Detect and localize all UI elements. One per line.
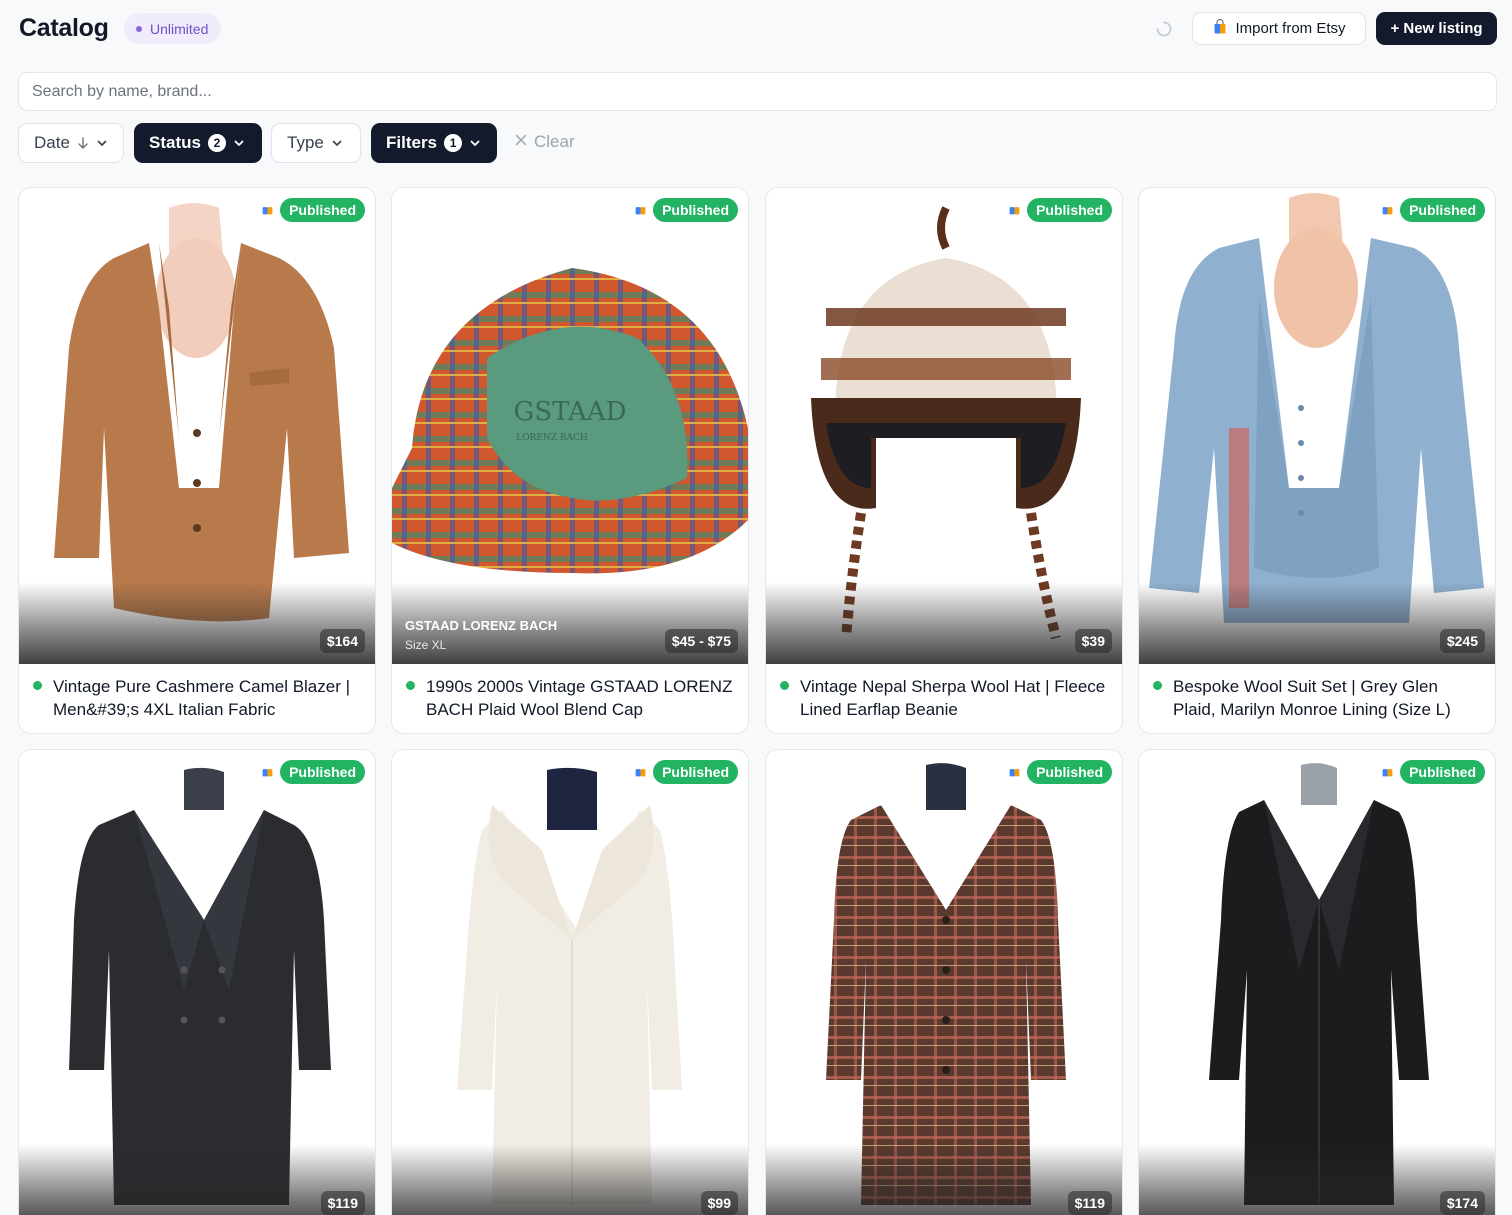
- listing-image: [1139, 750, 1495, 1215]
- listing-card[interactable]: Published $245 Bespoke Wool Suit Set | G…: [1138, 187, 1496, 734]
- listing-card[interactable]: Published $119: [765, 749, 1123, 1215]
- search-bar: [18, 72, 1497, 111]
- clear-filters-button[interactable]: Clear: [514, 132, 575, 152]
- new-listing-button[interactable]: + New listing: [1376, 12, 1497, 45]
- etsy-bag-icon: [261, 203, 274, 221]
- page-header: Catalog Unlimited Import from Etsy + New…: [0, 0, 1512, 58]
- listing-caption: Vintage Pure Cashmere Camel Blazer | Men…: [33, 675, 361, 721]
- listing-image: [19, 750, 375, 1215]
- listing-card[interactable]: Published $39 Vintage Nepal Sherpa Wool …: [765, 187, 1123, 734]
- more-filters-label: Filters: [386, 133, 438, 152]
- listing-image: [392, 750, 748, 1215]
- import-from-etsy-label: Import from Etsy: [1235, 20, 1346, 37]
- more-filters-button[interactable]: Filters 1: [371, 123, 497, 163]
- image-gradient: [766, 582, 1122, 664]
- etsy-bag-icon: [1008, 203, 1021, 221]
- chevron-down-icon: [96, 137, 108, 149]
- chevron-down-icon: [331, 137, 343, 149]
- listing-caption: Bespoke Wool Suit Set | Grey Glen Plaid,…: [1153, 675, 1481, 721]
- chevron-down-icon: [469, 137, 481, 149]
- price-badge: $119: [320, 1191, 365, 1215]
- price-badge: $39: [1074, 629, 1112, 653]
- status-dot-icon: [1153, 681, 1162, 690]
- listing-image: GSTAAD LORENZ BACH: [392, 188, 748, 664]
- more-filters-count: 1: [444, 134, 463, 152]
- clear-filters-label: Clear: [534, 132, 575, 151]
- listing-image: [766, 750, 1122, 1215]
- listing-caption: 1990s 2000s Vintage GSTAAD LORENZ BACH P…: [406, 675, 734, 721]
- etsy-bag-icon: [1212, 18, 1228, 39]
- status-badge: Published: [653, 198, 738, 222]
- status-filter-button[interactable]: Status 2: [134, 123, 262, 163]
- price-badge: $45 - $75: [664, 629, 738, 653]
- etsy-bag-icon: [1008, 765, 1021, 783]
- date-sort-button[interactable]: Date: [18, 123, 124, 163]
- cap-embroidery-text: GSTAAD: [514, 397, 627, 427]
- listing-title: Vintage Pure Cashmere Camel Blazer | Men…: [53, 677, 351, 719]
- etsy-bag-icon: [634, 203, 647, 221]
- price-badge: $174: [1439, 1191, 1485, 1215]
- type-filter-button[interactable]: Type: [271, 123, 361, 163]
- plan-badge: Unlimited: [124, 13, 222, 44]
- arrow-down-icon: [77, 136, 89, 150]
- price-badge: $164: [319, 629, 365, 653]
- type-filter-label: Type: [287, 133, 324, 152]
- chevron-down-icon: [233, 137, 245, 149]
- status-badge: Published: [1400, 760, 1485, 784]
- status-badge: Published: [280, 760, 365, 784]
- etsy-bag-icon: [634, 765, 647, 783]
- listing-brand: GSTAAD LORENZ BACH: [405, 618, 558, 633]
- status-filter-label: Status: [149, 133, 201, 152]
- listing-image: [1139, 188, 1495, 664]
- status-filter-count: 2: [207, 134, 226, 152]
- status-badge: Published: [1027, 760, 1112, 784]
- etsy-bag-icon: [261, 765, 274, 783]
- import-from-etsy-button[interactable]: Import from Etsy: [1192, 12, 1366, 45]
- listing-title: Vintage Nepal Sherpa Wool Hat | Fleece L…: [800, 677, 1106, 719]
- status-badge: Published: [1027, 198, 1112, 222]
- listing-image: [766, 188, 1122, 664]
- status-dot-icon: [406, 681, 415, 690]
- status-badge: Published: [653, 760, 738, 784]
- page-title: Catalog: [19, 14, 109, 42]
- price-badge: $119: [1067, 1191, 1112, 1215]
- cap-embroidery-subtext: LORENZ BACH: [516, 433, 588, 443]
- image-gradient: [392, 1144, 748, 1215]
- plan-badge-label: Unlimited: [150, 20, 209, 37]
- listing-card[interactable]: Published $164 Vintage Pure Cashmere Cam…: [18, 187, 376, 734]
- listing-card[interactable]: GSTAAD LORENZ BACH Published GSTAAD LORE…: [391, 187, 749, 734]
- listing-card[interactable]: Published $99: [391, 749, 749, 1215]
- search-input[interactable]: [19, 73, 1496, 110]
- listing-image: [19, 188, 375, 664]
- close-icon: [514, 132, 528, 152]
- status-dot-icon: [33, 681, 42, 690]
- listing-size: Size XL: [405, 638, 447, 652]
- listing-title: Bespoke Wool Suit Set | Grey Glen Plaid,…: [1173, 677, 1451, 719]
- listing-caption: Vintage Nepal Sherpa Wool Hat | Fleece L…: [780, 675, 1108, 721]
- status-badge: Published: [1400, 198, 1485, 222]
- price-badge: $245: [1439, 629, 1485, 653]
- status-badge: Published: [280, 198, 365, 222]
- listing-title: 1990s 2000s Vintage GSTAAD LORENZ BACH P…: [426, 677, 733, 719]
- date-sort-label: Date: [34, 133, 70, 152]
- etsy-bag-icon: [1381, 203, 1394, 221]
- etsy-bag-icon: [1381, 765, 1394, 783]
- listing-card[interactable]: Published $174: [1138, 749, 1496, 1215]
- listing-card[interactable]: Published $119: [18, 749, 376, 1215]
- status-dot-icon: [780, 681, 789, 690]
- plan-dot-icon: [136, 25, 142, 32]
- price-badge: $99: [700, 1191, 738, 1215]
- refresh-icon[interactable]: [1153, 18, 1175, 40]
